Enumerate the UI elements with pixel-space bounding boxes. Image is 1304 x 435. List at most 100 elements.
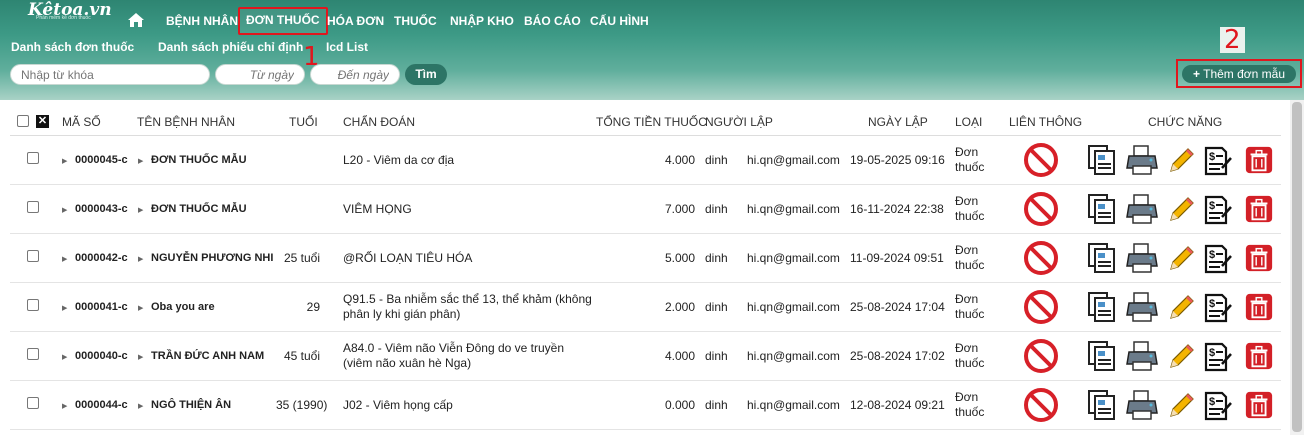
print-icon[interactable] xyxy=(1126,389,1158,421)
not-connected-icon xyxy=(1023,289,1059,325)
expand-icon[interactable]: ▶ xyxy=(62,157,67,165)
row-checkbox[interactable] xyxy=(27,250,39,262)
table-row[interactable]: ▶ 0000044-c ▶ NGÔ THIỆN ÂN 35 (1990) J02 - Vi… xyxy=(10,381,1281,430)
table-row[interactable]: ▶ 0000043-c ▶ ĐƠN THUỐC MẪU VIÊM HỌNG 7.000 di… xyxy=(10,185,1281,234)
delete-icon[interactable] xyxy=(1244,194,1274,224)
expand-icon[interactable]: ▶ xyxy=(62,304,67,312)
edit-icon[interactable] xyxy=(1165,340,1197,372)
svg-text:$: $ xyxy=(1209,200,1215,212)
copy-icon[interactable] xyxy=(1086,291,1118,323)
table-row[interactable]: ▶ 0000041-c ▶ Oba you are 29 Q91.5 - Ba nhiễm… xyxy=(10,283,1281,332)
expand-icon[interactable]: ▶ xyxy=(138,304,143,312)
cell-patient[interactable]: TRẦN ĐỨC ANH NAM xyxy=(151,350,264,362)
invoice-icon[interactable]: $ xyxy=(1200,340,1232,372)
row-checkbox[interactable] xyxy=(27,152,39,164)
expand-icon[interactable]: ▶ xyxy=(138,157,143,165)
cell-code[interactable]: 0000043-c xyxy=(75,203,128,215)
invoice-icon[interactable]: $ xyxy=(1200,291,1232,323)
subnav-order-list[interactable]: Danh sách phiếu chỉ định xyxy=(158,40,303,54)
expand-icon[interactable]: ▶ xyxy=(62,353,67,361)
col-age[interactable]: TUỔI xyxy=(289,115,318,129)
scrollbar-thumb[interactable] xyxy=(1292,102,1302,432)
copy-icon[interactable] xyxy=(1086,193,1118,225)
to-date-input[interactable] xyxy=(310,64,400,85)
cell-diagnosis: A84.0 - Viêm não Viễn Đông do ve truyền … xyxy=(343,341,565,370)
copy-icon[interactable] xyxy=(1086,340,1118,372)
print-icon[interactable] xyxy=(1126,291,1158,323)
col-connect[interactable]: LIÊN THÔNG xyxy=(1009,115,1082,129)
col-code[interactable]: MÃ SỐ xyxy=(62,115,101,129)
cell-type: Đơn thuốc xyxy=(955,243,985,272)
row-checkbox[interactable] xyxy=(27,299,39,311)
invoice-icon[interactable]: $ xyxy=(1200,242,1232,274)
table-row[interactable]: ▶ 0000040-c ▶ TRẦN ĐỨC ANH NAM 45 tuổi A84.0 … xyxy=(10,332,1281,381)
edit-icon[interactable] xyxy=(1165,389,1197,421)
search-button[interactable]: Tìm xyxy=(405,64,447,85)
delete-icon[interactable] xyxy=(1244,341,1274,371)
col-type[interactable]: LOẠI xyxy=(955,115,982,129)
print-icon[interactable] xyxy=(1126,242,1158,274)
expand-icon[interactable]: ▶ xyxy=(138,255,143,263)
cell-code[interactable]: 0000042-c xyxy=(75,252,128,264)
edit-icon[interactable] xyxy=(1165,291,1197,323)
expand-icon[interactable]: ▶ xyxy=(62,255,67,263)
nav-item-prescriptions[interactable]: ĐƠN THUỐC xyxy=(238,7,328,35)
table-row[interactable]: ▶ 0000045-c ▶ ĐƠN THUỐC MẪU L20 - Viêm da cơ… xyxy=(10,136,1281,185)
copy-icon[interactable] xyxy=(1086,389,1118,421)
nav-item-settings[interactable]: CẤU HÌNH xyxy=(590,8,649,34)
delete-icon[interactable] xyxy=(1244,145,1274,175)
select-all-checkbox[interactable] xyxy=(17,115,29,127)
invoice-icon[interactable]: $ xyxy=(1200,144,1232,176)
cell-code[interactable]: 0000040-c xyxy=(75,350,128,362)
table-row[interactable]: ▶ 0000042-c ▶ NGUYỄN PHƯƠNG NHI 25 tuổi @RỐI … xyxy=(10,234,1281,283)
cell-patient[interactable]: ĐƠN THUỐC MẪU xyxy=(151,203,247,215)
cell-patient[interactable]: Oba you are xyxy=(151,301,215,313)
expand-icon[interactable]: ▶ xyxy=(138,353,143,361)
cell-code[interactable]: 0000045-c xyxy=(75,154,128,166)
row-checkbox[interactable] xyxy=(27,397,39,409)
expand-icon[interactable]: ▶ xyxy=(62,402,67,410)
row-checkbox[interactable] xyxy=(27,348,39,360)
deselect-all-icon[interactable]: ✕ xyxy=(36,115,49,128)
edit-icon[interactable] xyxy=(1165,242,1197,274)
nav-item-reports[interactable]: BÁO CÁO xyxy=(524,8,581,34)
print-icon[interactable] xyxy=(1126,144,1158,176)
vertical-scrollbar[interactable] xyxy=(1290,100,1304,435)
print-icon[interactable] xyxy=(1126,340,1158,372)
nav-item-invoices[interactable]: HÓA ĐƠN xyxy=(327,8,384,34)
keyword-search-input[interactable] xyxy=(10,64,210,85)
edit-icon[interactable] xyxy=(1165,193,1197,225)
from-date-input[interactable] xyxy=(215,64,305,85)
col-creator[interactable]: NGƯỜI LẬP xyxy=(705,115,773,129)
nav-item-stock-in[interactable]: NHẬP KHO xyxy=(450,8,514,34)
subnav-prescription-list[interactable]: Danh sách đơn thuốc xyxy=(11,40,134,54)
delete-icon[interactable] xyxy=(1244,292,1274,322)
home-icon[interactable] xyxy=(127,12,145,28)
expand-icon[interactable]: ▶ xyxy=(138,206,143,214)
add-template-button[interactable]: + Thêm đơn mẫu xyxy=(1182,65,1296,83)
invoice-icon[interactable]: $ xyxy=(1200,389,1232,421)
col-total[interactable]: TỔNG TIỀN THUỐC xyxy=(596,115,707,129)
invoice-icon[interactable]: $ xyxy=(1200,193,1232,225)
copy-icon[interactable] xyxy=(1086,144,1118,176)
edit-icon[interactable] xyxy=(1165,144,1197,176)
subnav-icd-list[interactable]: Icd List xyxy=(326,40,368,54)
cell-patient[interactable]: NGUYỄN PHƯƠNG NHI xyxy=(151,252,273,264)
delete-icon[interactable] xyxy=(1244,243,1274,273)
copy-icon[interactable] xyxy=(1086,242,1118,274)
print-icon[interactable] xyxy=(1126,193,1158,225)
cell-code[interactable]: 0000041-c xyxy=(75,301,128,313)
delete-icon[interactable] xyxy=(1244,390,1274,420)
cell-age: 29 xyxy=(306,300,320,314)
cell-patient[interactable]: ĐƠN THUỐC MẪU xyxy=(151,154,247,166)
row-checkbox[interactable] xyxy=(27,201,39,213)
col-patient[interactable]: TÊN BỆNH NHÂN xyxy=(137,115,235,129)
col-diagnosis[interactable]: CHẨN ĐOÁN xyxy=(343,115,415,129)
cell-patient[interactable]: NGÔ THIỆN ÂN xyxy=(151,399,231,411)
col-date[interactable]: NGÀY LẬP xyxy=(868,115,928,129)
expand-icon[interactable]: ▶ xyxy=(62,206,67,214)
expand-icon[interactable]: ▶ xyxy=(138,402,143,410)
cell-code[interactable]: 0000044-c xyxy=(75,399,128,411)
nav-item-drugs[interactable]: THUỐC xyxy=(394,8,437,34)
nav-item-patients[interactable]: BỆNH NHÂN xyxy=(166,8,238,34)
